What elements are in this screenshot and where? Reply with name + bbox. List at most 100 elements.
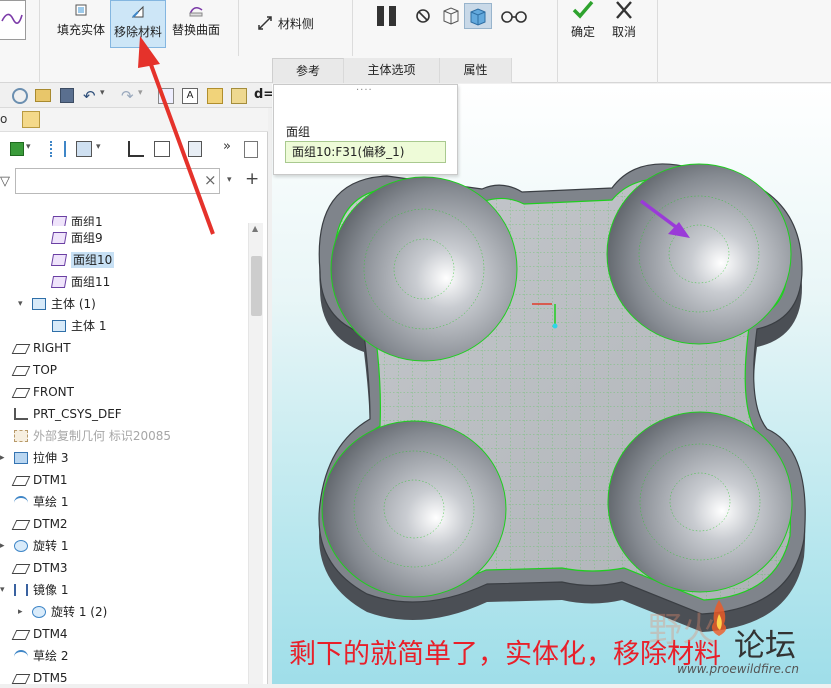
- tree-item[interactable]: 草绘 1: [14, 492, 68, 512]
- open-folder-icon[interactable]: [35, 89, 51, 102]
- pause-button[interactable]: [375, 5, 399, 27]
- datum-plane-icon: [11, 388, 31, 398]
- ribbon-separator: [352, 0, 353, 56]
- confirm-label: 确定: [570, 25, 595, 39]
- tree-item[interactable]: ▸ 旋转 1: [0, 536, 68, 556]
- datum-plane-icon: [11, 520, 31, 530]
- regen-model-icon[interactable]: [158, 88, 174, 104]
- copy-geom-icon: [14, 430, 28, 442]
- tree-item[interactable]: DTM4: [11, 624, 68, 644]
- quilt-icon: [50, 276, 68, 288]
- tree-item-label: 镜像 1: [33, 583, 69, 597]
- tree-item[interactable]: ▾ 主体 (1): [18, 294, 96, 314]
- ribbon: 填充实体 移除材料 替换曲面 材料侧 确定 取消 参考 主体选项 属性: [0, 0, 831, 83]
- tree-item[interactable]: PRT_CSYS_DEF: [14, 404, 122, 424]
- undo-icon[interactable]: ↶: [83, 87, 96, 105]
- more-icon[interactable]: »: [223, 139, 231, 154]
- fill-solid-button[interactable]: 填充实体: [53, 2, 109, 46]
- tree-item[interactable]: ▾ 镜像 1: [0, 580, 69, 600]
- tree-item[interactable]: DTM3: [11, 558, 68, 578]
- columns-icon[interactable]: [154, 141, 170, 157]
- tree-item-label: DTM2: [33, 517, 68, 531]
- geometry-preview-button[interactable]: [464, 3, 492, 29]
- tree-item[interactable]: ▸ 拉伸 3: [0, 448, 68, 468]
- no-preview-button[interactable]: [414, 7, 432, 25]
- tree-item[interactable]: 面组10: [50, 250, 115, 270]
- parameters-icon[interactable]: [207, 88, 223, 104]
- remove-material-button[interactable]: 移除材料: [110, 0, 166, 48]
- replace-surface-button[interactable]: 替换曲面: [168, 2, 224, 46]
- tab-properties[interactable]: 属性: [440, 58, 512, 83]
- tab-body-options[interactable]: 主体选项: [344, 58, 440, 83]
- undo-dropdown-icon[interactable]: ▾: [100, 88, 105, 98]
- tree-item[interactable]: 草绘 2: [14, 646, 68, 666]
- add-filter-button[interactable]: +: [245, 169, 259, 189]
- settings-list-icon[interactable]: [188, 141, 202, 157]
- remove-material-icon: [131, 5, 144, 18]
- select-icon[interactable]: [231, 88, 247, 104]
- tree-scrollbar[interactable]: ▲: [248, 223, 263, 684]
- tree-item[interactable]: 面组1: [52, 216, 103, 226]
- tree-columns-icon[interactable]: [50, 141, 66, 157]
- geometry-preview-icon: [470, 8, 486, 26]
- datum-plane-icon: [11, 630, 31, 640]
- mesh-preview-button[interactable]: [440, 5, 462, 27]
- tree-item[interactable]: 主体 1: [52, 316, 106, 336]
- expanded-caret-icon[interactable]: ▾: [18, 294, 23, 314]
- replace-surface-label: 替换曲面: [171, 23, 220, 37]
- tree-item[interactable]: 外部复制几何 标识20085: [14, 426, 171, 446]
- quilt-icon: [50, 254, 68, 266]
- clear-filter-button[interactable]: ×: [204, 171, 217, 189]
- quilt-collector-field[interactable]: 面组10:F31(偏移_1): [285, 141, 446, 163]
- remove-material-label: 移除材料: [113, 25, 162, 39]
- tab-references[interactable]: 参考: [272, 58, 344, 83]
- tree-search-input[interactable]: [15, 168, 220, 194]
- ribbon-separator: [39, 0, 40, 83]
- notes-icon[interactable]: [244, 141, 258, 158]
- tree-item-label: DTM4: [33, 627, 68, 641]
- sketch-preview-icon[interactable]: [0, 0, 26, 40]
- tree-item-label: 主体 1: [71, 319, 107, 333]
- layer-tree-tab-icon[interactable]: [22, 111, 40, 128]
- quilt-label: 面组: [286, 125, 311, 139]
- model-tree-tab-icon[interactable]: o: [0, 112, 7, 126]
- tree-item[interactable]: TOP: [11, 360, 57, 380]
- filter-funnel-icon[interactable]: ▽: [0, 174, 10, 189]
- tree-item[interactable]: 面组9: [50, 228, 103, 248]
- scrollbar-thumb[interactable]: [251, 256, 262, 316]
- sort-icon[interactable]: [128, 141, 144, 157]
- verify-glasses-button[interactable]: [500, 7, 528, 25]
- tree-item[interactable]: FRONT: [11, 382, 74, 402]
- filter-dropdown-icon[interactable]: ▾: [227, 175, 232, 185]
- show-bodies-icon[interactable]: [10, 142, 24, 156]
- redo-dropdown-icon[interactable]: ▾: [138, 88, 143, 98]
- tree-item-label: DTM1: [33, 473, 68, 487]
- body-icon: [52, 320, 66, 332]
- tree-item[interactable]: DTM5: [11, 668, 68, 688]
- expanded-caret-icon[interactable]: ▾: [0, 580, 5, 600]
- tree-item[interactable]: DTM1: [11, 470, 68, 490]
- panel-grip[interactable]: ····: [356, 85, 373, 96]
- tree-item[interactable]: 面组11: [50, 272, 110, 292]
- dropdown-icon[interactable]: ▾: [96, 142, 101, 152]
- tree-item[interactable]: DTM2: [11, 514, 68, 534]
- collapsed-caret-icon[interactable]: ▸: [0, 536, 5, 556]
- collapsed-caret-icon[interactable]: ▸: [0, 448, 5, 468]
- regenerate-icon[interactable]: [12, 88, 28, 104]
- ribbon-separator: [238, 0, 239, 56]
- mesh-preview-icon: [443, 7, 459, 25]
- dropdown-icon[interactable]: ▾: [26, 142, 31, 152]
- tree-filter-icon[interactable]: [76, 141, 92, 157]
- tree-item[interactable]: ▸ 旋转 1 (2): [18, 602, 107, 622]
- mirror-icon: [14, 584, 28, 596]
- cancel-button[interactable]: 取消: [606, 0, 642, 44]
- confirm-button[interactable]: 确定: [565, 0, 601, 44]
- scroll-up-arrow[interactable]: ▲: [252, 224, 258, 233]
- collapsed-caret-icon[interactable]: ▸: [18, 602, 23, 622]
- redo-icon[interactable]: ↷: [121, 87, 134, 105]
- tree-item[interactable]: RIGHT: [11, 338, 71, 358]
- material-side-button[interactable]: 材料侧: [256, 14, 318, 34]
- ribbon-separator: [557, 0, 558, 83]
- annotation-icon[interactable]: A: [182, 88, 198, 104]
- save-icon[interactable]: [60, 88, 74, 103]
